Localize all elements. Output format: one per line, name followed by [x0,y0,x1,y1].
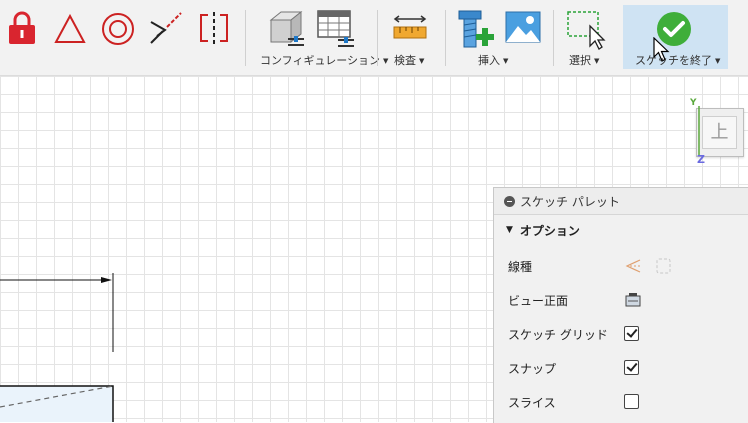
expand-triangle-icon: ▼ [506,225,513,235]
look-at-control [624,291,642,313]
axis-z-label: Z [697,153,705,166]
snap-checkbox-wrap [624,360,639,375]
dropdown-caret-icon: ▼ [419,57,425,65]
sketch-grid-checkbox-wrap [624,326,639,341]
insert-menu-button[interactable]: 挿入 ▼ [478,52,508,68]
axis-y-line-icon [698,106,700,156]
viewcube[interactable]: 上 [696,108,744,157]
linetype-row: 線種 [494,256,748,278]
finish-sketch-label-wrap: スケッチを終了 ▼ [635,52,720,68]
insert-image-icon[interactable] [505,11,541,43]
separator [245,10,246,66]
snap-checkbox[interactable] [624,360,639,375]
dropdown-caret-icon: ▼ [383,57,389,65]
palette-header[interactable]: スケッチ パレット [494,188,748,215]
look-at-row: ビュー正面 [494,290,748,312]
separator [553,10,554,66]
circle-icon[interactable] [100,11,136,47]
insert-label: 挿入 [478,54,500,67]
options-section-header[interactable]: ▼ オプション [494,215,748,245]
sketch-grid-checkbox[interactable] [624,326,639,341]
separator [445,10,446,66]
dropdown-caret-icon: ▼ [715,57,721,65]
configuration-menu-button[interactable]: コンフィギュレーション ▼ [260,52,388,68]
slice-row: スライス [494,392,748,414]
select-box-icon[interactable] [566,10,606,50]
collapse-icon[interactable] [504,195,515,207]
lock-icon[interactable] [6,10,38,46]
snap-label: スナップ [508,362,557,376]
linetype-label: 線種 [508,260,533,274]
measure-icon[interactable] [392,14,428,44]
slice-label: スライス [508,396,556,410]
select-label: 選択 [569,54,591,67]
sketch-palette: スケッチ パレット ▼ オプション 線種 ビュー正面 スケッチ グリッド スナッ… [493,187,748,423]
sketch-grid-label: スケッチ グリッド [508,328,608,342]
trim-icon[interactable] [147,10,185,46]
configure-grid-icon[interactable] [316,8,356,48]
construction-linetype-icon[interactable] [624,257,642,275]
dropdown-caret-icon: ▼ [594,57,600,65]
viewcube-top-face[interactable]: 上 [702,116,737,149]
inspect-menu-button[interactable]: 検査 ▼ [394,52,424,68]
centerline-linetype-icon[interactable] [655,257,673,275]
finish-sketch-button[interactable]: スケッチを終了 ▼ [623,5,728,69]
configure-table-icon[interactable] [266,8,306,48]
configuration-label: コンフィギュレーション [260,54,381,67]
dimension-arrow [101,277,112,283]
slice-checkbox[interactable] [624,394,639,409]
insert-bolt-icon[interactable] [456,8,496,50]
dropdown-caret-icon: ▼ [503,57,509,65]
sketch-grid-row: スケッチ グリッド [494,324,748,346]
finish-sketch-label: スケッチを終了 [635,54,712,67]
snap-row: スナップ [494,358,748,380]
mirror-icon[interactable] [196,10,232,46]
look-at-label: ビュー正面 [508,294,569,308]
axis-y-label: Y [690,98,697,108]
inspect-label: 検査 [394,54,416,67]
sketch-profile [0,385,114,422]
toolbar: コンフィギュレーション ▼ 検査 ▼ 挿入 ▼ 選択 ▼ スケッチを終了 ▼ [0,0,748,76]
palette-title: スケッチ パレット [520,194,620,209]
separator [377,10,378,66]
look-at-icon[interactable] [624,291,642,309]
slice-checkbox-wrap [624,394,639,409]
triangle-icon[interactable] [53,13,87,45]
options-section-label: オプション [519,223,580,238]
select-menu-button[interactable]: 選択 ▼ [569,52,599,68]
